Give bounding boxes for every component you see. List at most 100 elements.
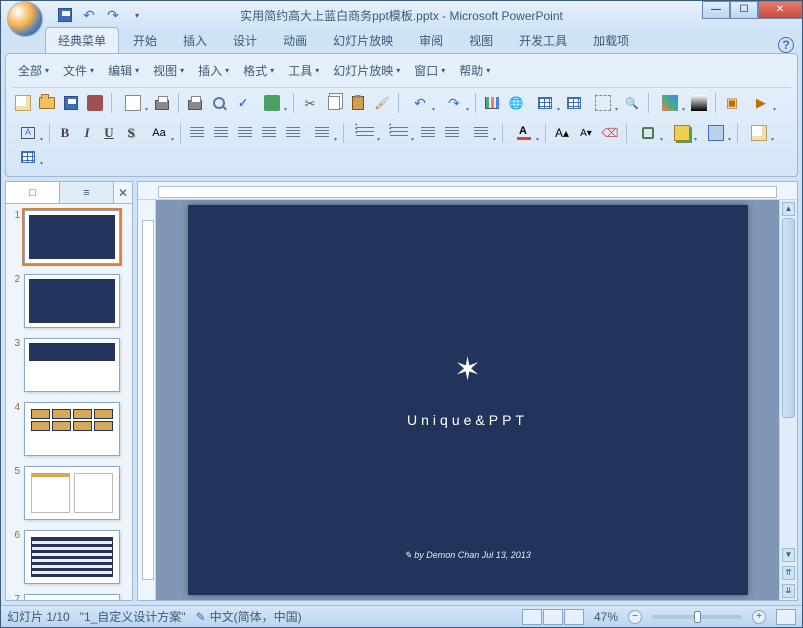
tab-insert[interactable]: 插入	[171, 28, 219, 53]
zoom-in-button[interactable]: +	[752, 610, 766, 624]
columns-button[interactable]: ▾	[306, 122, 338, 144]
qat-save-button[interactable]	[55, 5, 75, 25]
sorter-view-button[interactable]	[543, 609, 563, 625]
decrease-indent-button[interactable]	[417, 122, 439, 144]
fit-window-button[interactable]	[776, 609, 796, 625]
run-show-button[interactable]: ▣	[721, 92, 743, 114]
quick-styles-button[interactable]: ▾	[700, 122, 732, 144]
tab-review[interactable]: 审阅	[407, 28, 455, 53]
tab-developer[interactable]: 开发工具	[507, 28, 579, 53]
thumbnails-list[interactable]: 1 2 3 4 5 6 7	[6, 204, 132, 600]
menu-slideshow[interactable]: 幻灯片放映▾	[327, 60, 406, 81]
slide-canvas[interactable]: ✶ Unique&PPT ✎ by Demon Chan Jul 13, 201…	[156, 200, 779, 600]
menu-edit[interactable]: 编辑▾	[102, 60, 145, 81]
prev-slide-button[interactable]: ⇈	[782, 566, 795, 580]
distributed-button[interactable]	[282, 122, 304, 144]
qat-redo-button[interactable]: ↷	[103, 5, 123, 25]
table-button[interactable]: ▾	[529, 92, 561, 114]
slide-thumbnail-4[interactable]	[24, 402, 120, 456]
status-theme[interactable]: "1_自定义设计方案"	[80, 608, 186, 625]
cut-button[interactable]: ✂	[299, 92, 321, 114]
mail-button[interactable]: ▾	[117, 92, 149, 114]
vertical-scrollbar[interactable]: ▲ ▼ ⇈ ⇊	[779, 200, 797, 600]
zoom-level[interactable]: 47%	[594, 610, 618, 624]
align-left-button[interactable]	[186, 122, 208, 144]
save-button[interactable]	[60, 92, 82, 114]
format-painter-button[interactable]: 🖌	[371, 92, 393, 114]
increase-font-button[interactable]: A▴	[551, 122, 573, 144]
menu-help[interactable]: 帮助▾	[453, 60, 496, 81]
redo-button[interactable]: ↷▾	[438, 92, 470, 114]
menu-format[interactable]: 格式▾	[237, 60, 280, 81]
research-button[interactable]: ▾	[256, 92, 288, 114]
underline-button[interactable]: U	[99, 125, 119, 141]
qat-customize-button[interactable]: ▾	[127, 5, 147, 25]
gridlines-button[interactable]: ▾	[587, 92, 619, 114]
maximize-button[interactable]: ☐	[730, 1, 758, 19]
preview-button[interactable]	[208, 92, 230, 114]
shapes-button[interactable]: ▾	[632, 122, 664, 144]
tab-view[interactable]: 视图	[457, 28, 505, 53]
scrollbar-thumb[interactable]	[782, 218, 795, 418]
permission-button[interactable]	[84, 92, 106, 114]
slideshow-view-button[interactable]	[564, 609, 584, 625]
align-center-button[interactable]	[210, 122, 232, 144]
tab-animation[interactable]: 动画	[271, 28, 319, 53]
menu-window[interactable]: 窗口▾	[408, 60, 451, 81]
close-pane-button[interactable]: ✕	[114, 182, 132, 203]
status-slide-number[interactable]: 幻灯片 1/10	[7, 608, 70, 625]
slide-thumbnail-2[interactable]	[24, 274, 120, 328]
layout-button[interactable]: ▾	[12, 146, 44, 168]
slide-thumbnail-3[interactable]	[24, 338, 120, 392]
normal-view-button[interactable]	[522, 609, 542, 625]
run-from-button[interactable]: ▶▾	[745, 92, 777, 114]
slide-thumbnail-1[interactable]	[24, 210, 120, 264]
tables-button[interactable]	[563, 92, 585, 114]
open-button[interactable]	[36, 92, 58, 114]
menu-tools[interactable]: 工具▾	[282, 60, 325, 81]
minimize-button[interactable]: —	[702, 1, 730, 19]
scroll-up-button[interactable]: ▲	[782, 202, 795, 216]
decrease-font-button[interactable]: A▾	[575, 122, 597, 144]
menu-file[interactable]: 文件▾	[57, 60, 100, 81]
tab-slideshow[interactable]: 幻灯片放映	[321, 28, 405, 53]
align-right-button[interactable]	[234, 122, 256, 144]
help-button[interactable]: ?	[778, 37, 794, 53]
increase-indent-button[interactable]	[441, 122, 463, 144]
text-direction-button[interactable]: ▾	[12, 122, 44, 144]
justify-button[interactable]	[258, 122, 280, 144]
arrange-button[interactable]: ▾	[666, 122, 698, 144]
print-button[interactable]	[184, 92, 206, 114]
zoom-button[interactable]: 🔍	[621, 92, 643, 114]
qat-undo-button[interactable]: ↶	[79, 5, 99, 25]
slide-thumbnail-5[interactable]	[24, 466, 120, 520]
grayscale-button[interactable]	[688, 92, 710, 114]
color-scheme-button[interactable]: ▾	[654, 92, 686, 114]
scroll-down-button[interactable]: ▼	[782, 548, 795, 562]
tab-home[interactable]: 开始	[121, 28, 169, 53]
clear-format-button[interactable]: ⌫	[599, 122, 621, 144]
line-spacing-button[interactable]: ▾	[465, 122, 497, 144]
change-case-button[interactable]: Aa▾	[143, 122, 175, 144]
undo-button[interactable]: ↶▾	[404, 92, 436, 114]
menu-insert[interactable]: 插入▾	[192, 60, 235, 81]
new-slide-button[interactable]: ▾	[743, 122, 775, 144]
bullets-button[interactable]: ▾	[349, 122, 381, 144]
slide-1[interactable]: ✶ Unique&PPT ✎ by Demon Chan Jul 13, 201…	[188, 205, 748, 595]
hyperlink-button[interactable]: 🌐	[505, 92, 527, 114]
close-button[interactable]	[758, 1, 802, 19]
menu-view[interactable]: 视图▾	[147, 60, 190, 81]
italic-button[interactable]: I	[77, 125, 97, 141]
tab-slides-thumbnails[interactable]: □	[6, 182, 60, 203]
numbering-button[interactable]: ▾	[383, 122, 415, 144]
slide-thumbnail-7[interactable]	[24, 594, 120, 600]
zoom-out-button[interactable]: −	[628, 610, 642, 624]
tab-outline[interactable]: ≡	[60, 182, 114, 203]
ruler-vertical[interactable]	[138, 200, 156, 600]
zoom-slider[interactable]	[652, 615, 742, 619]
tab-addins[interactable]: 加载项	[581, 28, 641, 53]
spelling-button[interactable]: ✓	[232, 92, 254, 114]
new-button[interactable]	[12, 92, 34, 114]
tab-classic-menu[interactable]: 经典菜单	[45, 27, 119, 53]
ruler-horizontal[interactable]	[138, 182, 797, 200]
